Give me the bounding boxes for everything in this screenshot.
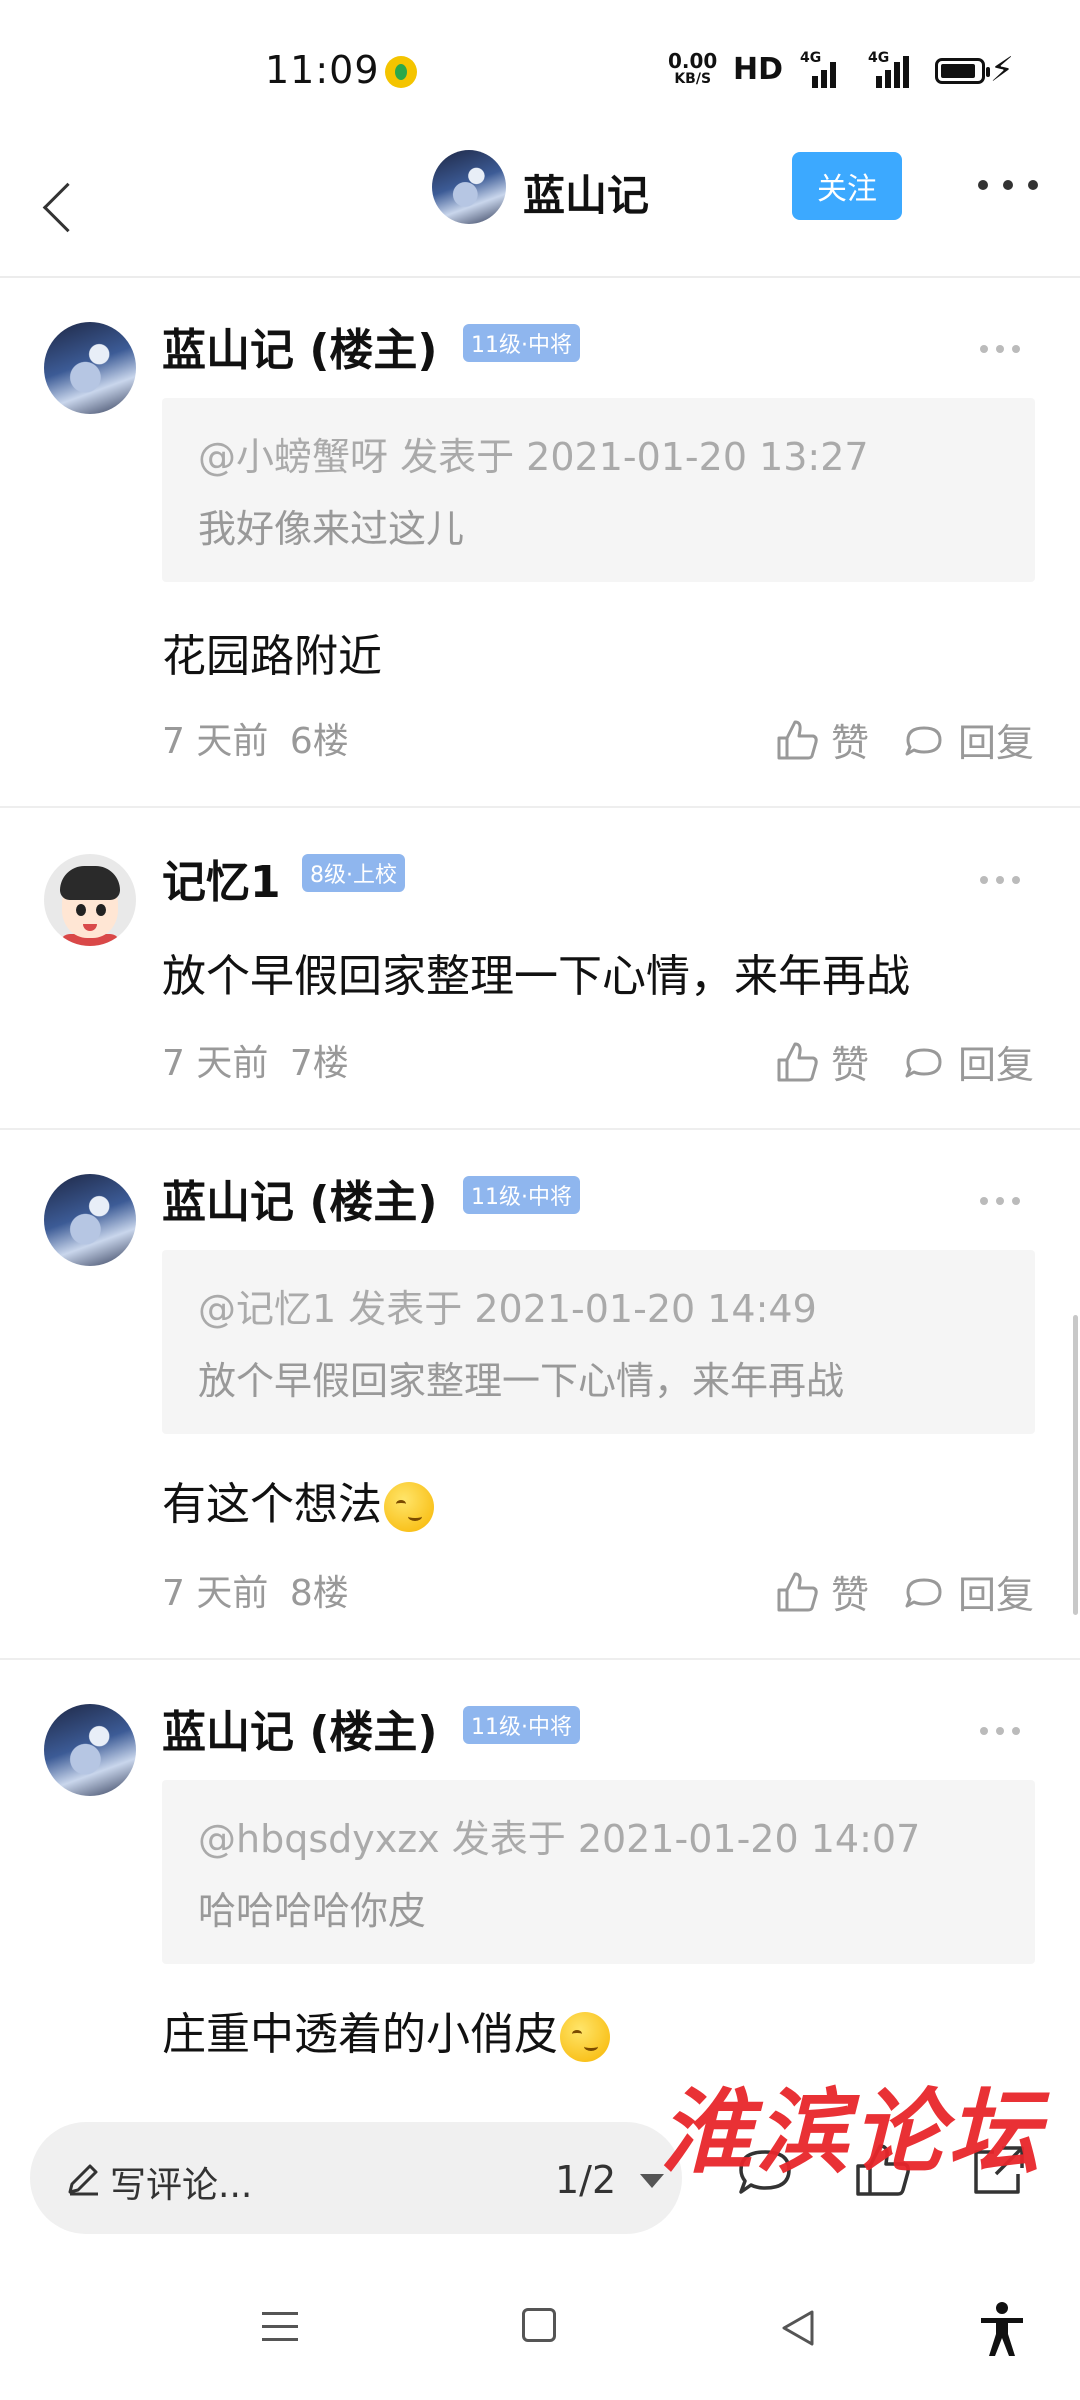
- quote-body: 我好像来过这儿: [198, 507, 465, 551]
- reply-post: 蓝山记 (楼主) 11级·中将 @记忆1 发表于 2021-01-20 14:4…: [0, 1132, 1080, 1660]
- author-name[interactable]: 蓝山记 (楼主): [162, 314, 438, 378]
- reply-button[interactable]: 回复: [902, 712, 1034, 767]
- page-title: 蓝山记: [523, 171, 650, 220]
- charging-icon: ⚡: [990, 50, 1014, 90]
- avatar[interactable]: [44, 322, 136, 414]
- net-speed: 0.00 KB/S: [668, 49, 718, 88]
- quote-header: @记忆1 发表于 2021-01-20 14:49: [198, 1287, 817, 1331]
- comment-bubble-icon: [905, 1578, 942, 1607]
- like-label: 赞: [831, 1043, 870, 1087]
- scrollbar[interactable]: [1073, 1315, 1078, 1615]
- accessibility-icon[interactable]: [977, 2300, 1027, 2360]
- post-time: 7 天前: [162, 721, 269, 762]
- level-badge: 8级·上校: [302, 854, 405, 892]
- system-navigation-bar: [0, 2270, 1080, 2400]
- more-options-icon[interactable]: [978, 170, 1038, 200]
- author-name[interactable]: 蓝山记 (楼主): [162, 1166, 438, 1230]
- net-speed-unit: KB/S: [674, 71, 712, 87]
- header-avatar[interactable]: [432, 150, 506, 224]
- quoted-reply[interactable]: @hbqsdyxzx 发表于 2021-01-20 14:07 哈哈哈哈你皮: [162, 1780, 1035, 1964]
- top-navigation-bar: 蓝山记 关注: [0, 140, 1080, 278]
- smirk-emoji-icon: [560, 2012, 610, 2062]
- net-speed-value: 0.00: [668, 49, 718, 73]
- back-triangle-icon[interactable]: [778, 2308, 818, 2348]
- thumbs-up-icon: [777, 1042, 818, 1081]
- post-text: 有这个想法: [162, 1468, 434, 1532]
- post-floor: 7楼: [289, 1043, 349, 1084]
- post-meta: 7 天前 7楼: [162, 1034, 349, 1086]
- smirk-emoji-icon: [384, 1482, 434, 1532]
- post-text: 庄重中透着的小俏皮: [162, 1998, 610, 2062]
- comment-bubble-icon: [905, 1048, 942, 1077]
- follow-button[interactable]: 关注: [792, 152, 902, 220]
- home-icon[interactable]: [522, 2308, 556, 2342]
- level-badge: 11级·中将: [463, 324, 580, 362]
- like-button[interactable]: 赞: [775, 1564, 869, 1619]
- reply-button[interactable]: 回复: [902, 1564, 1034, 1619]
- post-text-content: 庄重中透着的小俏皮: [162, 2009, 558, 2060]
- comment-input[interactable]: 写评论... 1/2: [30, 2122, 682, 2234]
- quote-header: @hbqsdyxzx 发表于 2021-01-20 14:07: [198, 1817, 921, 1861]
- signal-icon-2: 4G: [862, 50, 912, 88]
- comment-bubble-icon: [905, 726, 942, 755]
- quote-body: 放个早假回家整理一下心情，来年再战: [198, 1359, 845, 1403]
- thumbs-up-icon: [777, 720, 818, 759]
- signal-icon-1: 4G: [800, 50, 840, 88]
- reply-button[interactable]: 回复: [902, 1034, 1034, 1089]
- comment-placeholder: 写评论...: [110, 2165, 253, 2206]
- reply-post: 蓝山记 (楼主) 11级·中将 @小螃蟹呀 发表于 2021-01-20 13:…: [0, 280, 1080, 808]
- avatar[interactable]: [44, 1704, 136, 1796]
- like-button[interactable]: 赞: [775, 712, 869, 767]
- reply-post: 蓝山记 (楼主) 11级·中将 @hbqsdyxzx 发表于 2021-01-2…: [0, 1662, 1080, 2090]
- avatar[interactable]: [44, 1174, 136, 1266]
- post-meta: 7 天前 8楼: [162, 1564, 349, 1616]
- quoted-reply[interactable]: @小螃蟹呀 发表于 2021-01-20 13:27 我好像来过这儿: [162, 398, 1035, 582]
- reply-post: 记忆1 8级·上校 放个早假回家整理一下心情，来年再战 7 天前 7楼 赞 回复: [0, 810, 1080, 1130]
- post-floor: 6楼: [289, 721, 349, 762]
- post-text: 放个早假回家整理一下心情，来年再战: [162, 951, 910, 1002]
- battery-icon: [935, 58, 990, 84]
- avatar[interactable]: [44, 854, 136, 946]
- post-more-icon[interactable]: [980, 1197, 1020, 1207]
- quote-body: 哈哈哈哈你皮: [198, 1889, 427, 1933]
- back-arrow-icon[interactable]: [28, 160, 88, 250]
- author-name[interactable]: 蓝山记 (楼主): [162, 1696, 438, 1760]
- post-text: 花园路附近: [162, 631, 382, 682]
- status-bar: 11:09 0.00 KB/S HD 4G 4G ⚡: [0, 0, 1080, 140]
- quote-header: @小螃蟹呀 发表于 2021-01-20 13:27: [198, 435, 869, 479]
- post-time: 7 天前: [162, 1043, 269, 1084]
- level-badge: 11级·中将: [463, 1176, 580, 1214]
- pencil-icon: [68, 2164, 98, 2196]
- level-badge: 11级·中将: [463, 1706, 580, 1744]
- post-meta: 7 天前 6楼: [162, 712, 349, 764]
- page-indicator[interactable]: 1/2: [555, 2158, 616, 2202]
- like-label: 赞: [831, 721, 870, 765]
- post-text-content: 有这个想法: [162, 1479, 382, 1530]
- like-label: 赞: [831, 1573, 870, 1617]
- post-more-icon[interactable]: [980, 1727, 1020, 1737]
- post-floor: 8楼: [289, 1573, 349, 1614]
- reply-label: 回复: [958, 1573, 1035, 1617]
- reply-label: 回复: [958, 721, 1035, 765]
- menu-icon[interactable]: [262, 2310, 298, 2344]
- author-name[interactable]: 记忆1: [162, 846, 281, 910]
- thumbs-up-icon: [777, 1572, 818, 1611]
- post-more-icon[interactable]: [980, 876, 1020, 886]
- forum-watermark: 淮滨论坛: [660, 2078, 1045, 2186]
- reply-label: 回复: [958, 1043, 1035, 1087]
- music-app-icon: [385, 56, 417, 88]
- quoted-reply[interactable]: @记忆1 发表于 2021-01-20 14:49 放个早假回家整理一下心情，来…: [162, 1250, 1035, 1434]
- post-more-icon[interactable]: [980, 345, 1020, 355]
- hd-indicator: HD: [733, 52, 784, 87]
- status-time: 11:09: [265, 48, 380, 92]
- like-button[interactable]: 赞: [775, 1034, 869, 1089]
- post-time: 7 天前: [162, 1573, 269, 1614]
